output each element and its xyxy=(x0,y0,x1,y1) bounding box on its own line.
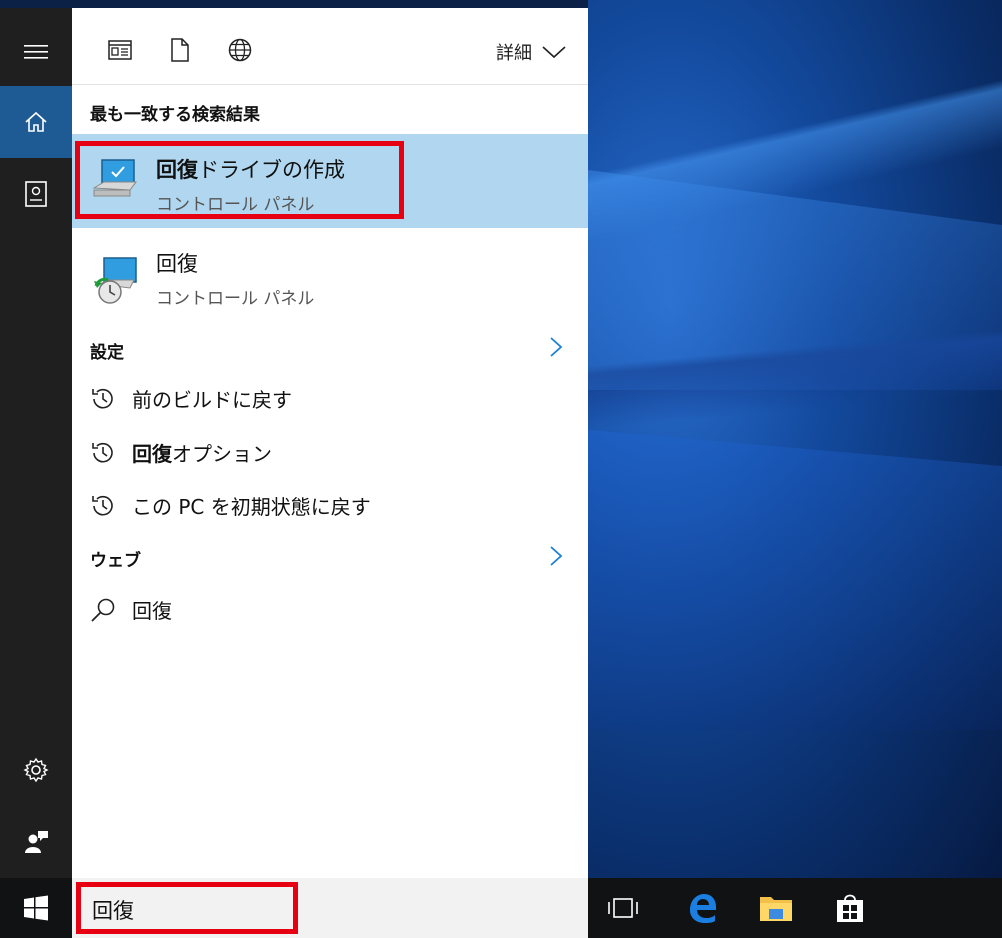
search-icon xyxy=(90,597,116,623)
search-results-panel: 詳細 最も一致する検索結果 回復ドライブの作成 コントロール パネル 回復 コン… xyxy=(72,8,588,878)
folder-icon xyxy=(760,897,792,921)
notebook-icon xyxy=(25,181,47,207)
details-label: 詳細 xyxy=(496,43,532,64)
recovery-icon xyxy=(94,257,137,304)
settings-heading: 設定 xyxy=(90,343,124,363)
feedback-icon xyxy=(25,831,48,853)
feedback-button[interactable] xyxy=(0,806,72,878)
highlight-outline xyxy=(75,141,404,219)
gear-icon xyxy=(23,757,49,783)
store-button[interactable] xyxy=(830,888,870,928)
web-filter-tab[interactable] xyxy=(225,35,255,65)
settings-item-label: この PC を初期状態に戻す xyxy=(132,495,371,519)
web-item-label: 回復 xyxy=(132,599,172,623)
web-item-search[interactable]: 回復 xyxy=(90,595,172,624)
settings-item-label: 回復オプション xyxy=(132,442,272,466)
top-strip xyxy=(0,0,588,8)
home-button[interactable] xyxy=(0,86,72,158)
task-view-icon xyxy=(608,898,638,918)
best-match-heading: 最も一致する検索結果 xyxy=(90,105,260,125)
web-expand-chevron[interactable] xyxy=(548,545,564,567)
hamburger-icon xyxy=(24,45,48,59)
start-button[interactable] xyxy=(16,888,56,928)
settings-item-go-back[interactable]: 前のビルドに戻す xyxy=(90,384,292,413)
documents-filter-tab[interactable] xyxy=(165,35,195,65)
settings-expand-chevron[interactable] xyxy=(548,336,564,358)
store-bag-icon xyxy=(837,894,863,922)
home-icon xyxy=(25,111,47,132)
apps-tab-icon xyxy=(108,40,132,60)
recovery-title: 回復 xyxy=(156,252,198,276)
task-view-button[interactable] xyxy=(603,888,643,928)
settings-button[interactable] xyxy=(0,734,72,806)
file-explorer-button[interactable] xyxy=(756,888,796,928)
recovery-subtitle: コントロール パネル xyxy=(156,289,315,309)
search-filter-tabs: 詳細 xyxy=(72,8,588,85)
settings-item-recovery-options[interactable]: 回復オプション xyxy=(90,438,272,467)
search-input[interactable]: 回復 xyxy=(92,895,134,925)
settings-item-label: 前のビルドに戻す xyxy=(132,388,292,412)
notebook-button[interactable] xyxy=(0,158,72,230)
wallpaper-pane xyxy=(588,170,1002,390)
history-icon xyxy=(90,493,116,519)
windows-logo-icon xyxy=(24,895,48,921)
start-left-rail xyxy=(0,8,72,878)
desktop-wallpaper xyxy=(588,0,1002,878)
history-icon xyxy=(90,386,116,412)
web-heading: ウェブ xyxy=(90,551,141,571)
documents-tab-icon xyxy=(171,38,189,62)
edge-browser-button[interactable] xyxy=(682,888,722,928)
hamburger-menu-button[interactable] xyxy=(0,16,72,88)
settings-item-reset-pc[interactable]: この PC を初期状態に戻す xyxy=(90,491,371,520)
chevron-down-icon xyxy=(542,46,566,59)
recovery-result[interactable]: 回復 コントロール パネル xyxy=(72,236,588,322)
wallpaper-pane xyxy=(588,430,1002,730)
history-icon xyxy=(90,440,116,466)
edge-icon xyxy=(690,894,716,923)
details-dropdown[interactable]: 詳細 xyxy=(496,39,566,65)
apps-filter-tab[interactable] xyxy=(105,35,135,65)
web-tab-icon xyxy=(228,38,252,62)
